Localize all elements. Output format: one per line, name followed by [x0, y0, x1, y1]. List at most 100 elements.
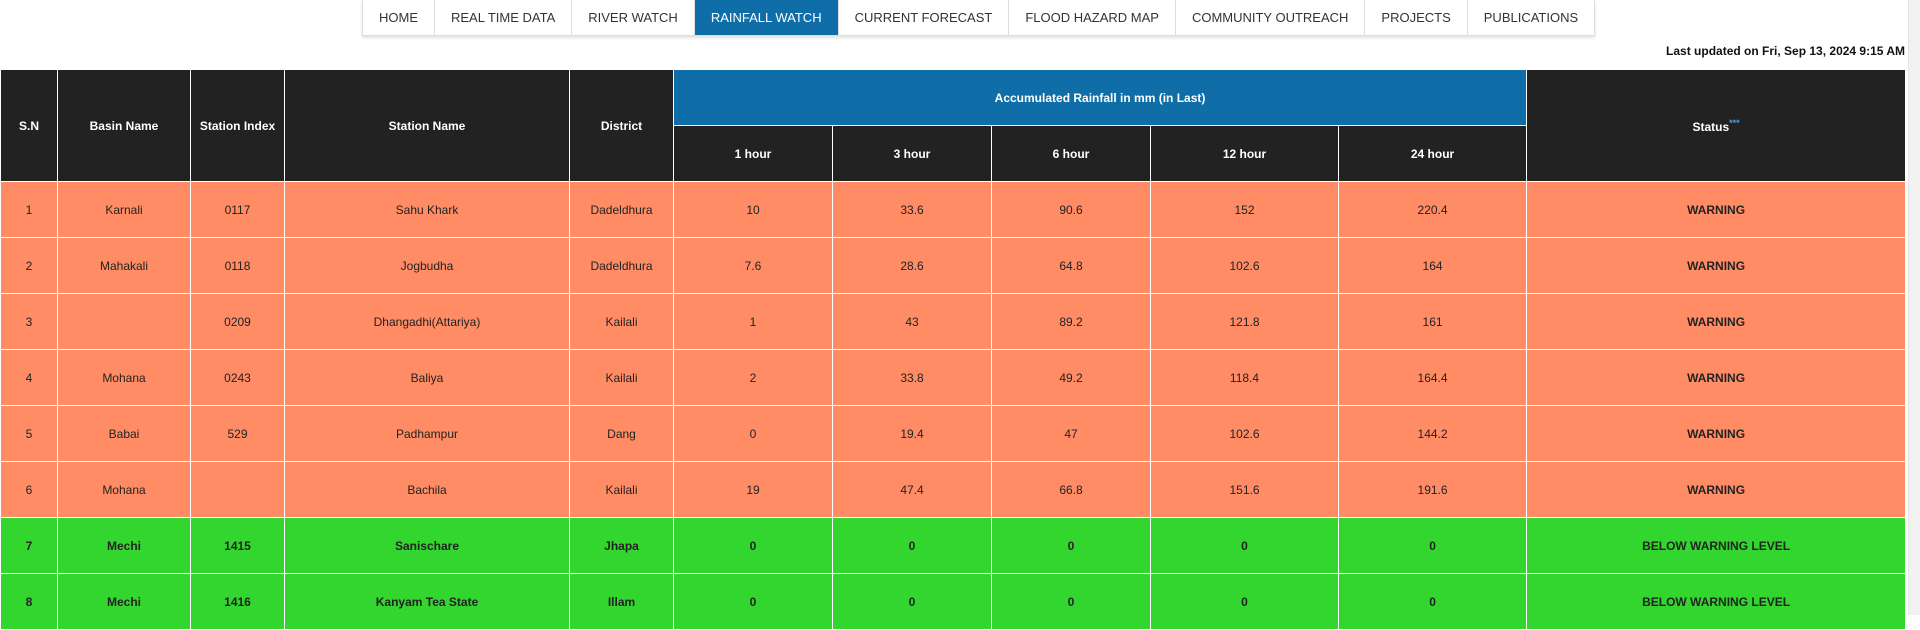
cell-district: Dang: [569, 405, 674, 462]
nav-home[interactable]: HOME: [363, 0, 435, 35]
header-basin-name: Basin Name: [57, 69, 191, 182]
cell-status: WARNING: [1526, 237, 1907, 294]
header-status: Status***: [1526, 69, 1907, 182]
nav-flood-hazard-map[interactable]: FLOOD HAZARD MAP: [1009, 0, 1176, 35]
cell-basin: Mechi: [57, 517, 191, 574]
nav-projects[interactable]: PROJECTS: [1365, 0, 1468, 35]
cell-station: Baliya: [284, 349, 570, 406]
cell-district: Jhapa: [569, 517, 674, 574]
cell-24-hour: 164.4: [1337, 349, 1528, 406]
cell-12-hour: 151.6: [1150, 461, 1339, 518]
cell-12-hour: 0: [1150, 573, 1339, 630]
rainfall-table: S.N Basin Name Station Index Station Nam…: [0, 69, 1907, 630]
header-station-name: Station Name: [284, 69, 570, 182]
cell-status: WARNING: [1526, 349, 1907, 406]
cell-12-hour: 152: [1150, 181, 1339, 238]
cell-6-hour: 89.2: [991, 293, 1151, 350]
vertical-scrollbar[interactable]: [1908, 0, 1920, 615]
cell-1-hour: 0: [673, 517, 833, 574]
cell-district: Dadeldhura: [569, 181, 674, 238]
cell-index: 0118: [190, 237, 285, 294]
cell-index: 1416: [190, 573, 285, 630]
cell-12-hour: 102.6: [1150, 405, 1339, 462]
cell-index: 0243: [190, 349, 285, 406]
cell-24-hour: 0: [1337, 573, 1528, 630]
nav-river-watch[interactable]: RIVER WATCH: [572, 0, 695, 35]
cell-1-hour: 19: [673, 461, 833, 518]
nav-community-outreach[interactable]: COMMUNITY OUTREACH: [1176, 0, 1366, 35]
cell-station: Bachila: [284, 461, 570, 518]
nav-current-forecast[interactable]: CURRENT FORECAST: [839, 0, 1010, 35]
header-12-hour: 12 hour: [1150, 125, 1339, 182]
cell-1-hour: 10: [673, 181, 833, 238]
cell-3-hour: 33.8: [832, 349, 992, 406]
cell-12-hour: 0: [1150, 517, 1339, 574]
cell-12-hour: 102.6: [1150, 237, 1339, 294]
cell-sn: 7: [0, 517, 58, 574]
table-row: 8 Mechi 1416 Kanyam Tea State Illam 0 0 …: [0, 573, 1907, 630]
cell-basin: Mechi: [57, 573, 191, 630]
cell-station: Sahu Khark: [284, 181, 570, 238]
cell-6-hour: 90.6: [991, 181, 1151, 238]
cell-basin: Karnali: [57, 181, 191, 238]
cell-3-hour: 43: [832, 293, 992, 350]
cell-6-hour: 0: [991, 517, 1151, 574]
cell-status: WARNING: [1526, 181, 1907, 238]
cell-3-hour: 19.4: [832, 405, 992, 462]
cell-1-hour: 0: [673, 405, 833, 462]
cell-1-hour: 2: [673, 349, 833, 406]
cell-6-hour: 66.8: [991, 461, 1151, 518]
cell-district: Dadeldhura: [569, 237, 674, 294]
header-accumulated-rainfall: Accumulated Rainfall in mm (in Last): [672, 69, 1528, 126]
table-row: 6 Mohana Bachila Kailali 19 47.4 66.8 15…: [0, 461, 1907, 518]
cell-3-hour: 28.6: [832, 237, 992, 294]
cell-index: [190, 461, 285, 518]
nav-publications[interactable]: PUBLICATIONS: [1468, 0, 1594, 35]
cell-basin: Babai: [57, 405, 191, 462]
nav-rainfall-watch[interactable]: RAINFALL WATCH: [694, 0, 839, 35]
cell-district: Illam: [569, 573, 674, 630]
cell-3-hour: 33.6: [832, 181, 992, 238]
table-row: 4 Mohana 0243 Baliya Kailali 2 33.8 49.2…: [0, 349, 1907, 406]
cell-3-hour: 0: [832, 517, 992, 574]
cell-3-hour: 0: [832, 573, 992, 630]
header-district: District: [569, 69, 674, 182]
cell-sn: 3: [0, 293, 58, 350]
cell-status: BELOW WARNING LEVEL: [1526, 573, 1907, 630]
cell-basin: Mohana: [57, 349, 191, 406]
cell-sn: 8: [0, 573, 58, 630]
cell-6-hour: 47: [991, 405, 1151, 462]
cell-index: 0209: [190, 293, 285, 350]
table-body: 1 Karnali 0117 Sahu Khark Dadeldhura 10 …: [0, 181, 1907, 630]
table-row: 7 Mechi 1415 Sanischare Jhapa 0 0 0 0 0 …: [0, 517, 1907, 574]
last-updated-text: Last updated on Fri, Sep 13, 2024 9:15 A…: [1666, 44, 1905, 58]
nav-real-time-data[interactable]: REAL TIME DATA: [435, 0, 573, 35]
header-1-hour: 1 hour: [673, 125, 833, 182]
cell-basin: Mahakali: [57, 237, 191, 294]
main-nav: HOME REAL TIME DATA RIVER WATCH RAINFALL…: [362, 0, 1596, 36]
header-24-hour: 24 hour: [1337, 125, 1528, 182]
cell-24-hour: 164: [1337, 237, 1528, 294]
cell-basin: [57, 293, 191, 350]
table-row: 5 Babai 529 Padhampur Dang 0 19.4 47 102…: [0, 405, 1907, 462]
cell-1-hour: 1: [673, 293, 833, 350]
cell-12-hour: 121.8: [1150, 293, 1339, 350]
cell-24-hour: 144.2: [1337, 405, 1528, 462]
rainfall-table-container: S.N Basin Name Station Index Station Nam…: [0, 69, 1907, 630]
cell-index: 0117: [190, 181, 285, 238]
cell-1-hour: 7.6: [673, 237, 833, 294]
cell-3-hour: 47.4: [832, 461, 992, 518]
cell-12-hour: 118.4: [1150, 349, 1339, 406]
cell-6-hour: 0: [991, 573, 1151, 630]
header-station-index: Station Index: [190, 69, 285, 182]
cell-index: 529: [190, 405, 285, 462]
cell-station: Kanyam Tea State: [284, 573, 570, 630]
cell-6-hour: 64.8: [991, 237, 1151, 294]
cell-status: WARNING: [1526, 461, 1907, 518]
cell-district: Kailali: [569, 461, 674, 518]
cell-6-hour: 49.2: [991, 349, 1151, 406]
cell-sn: 6: [0, 461, 58, 518]
cell-24-hour: 220.4: [1337, 181, 1528, 238]
cell-station: Padhampur: [284, 405, 570, 462]
status-info-marker[interactable]: ***: [1729, 118, 1740, 128]
